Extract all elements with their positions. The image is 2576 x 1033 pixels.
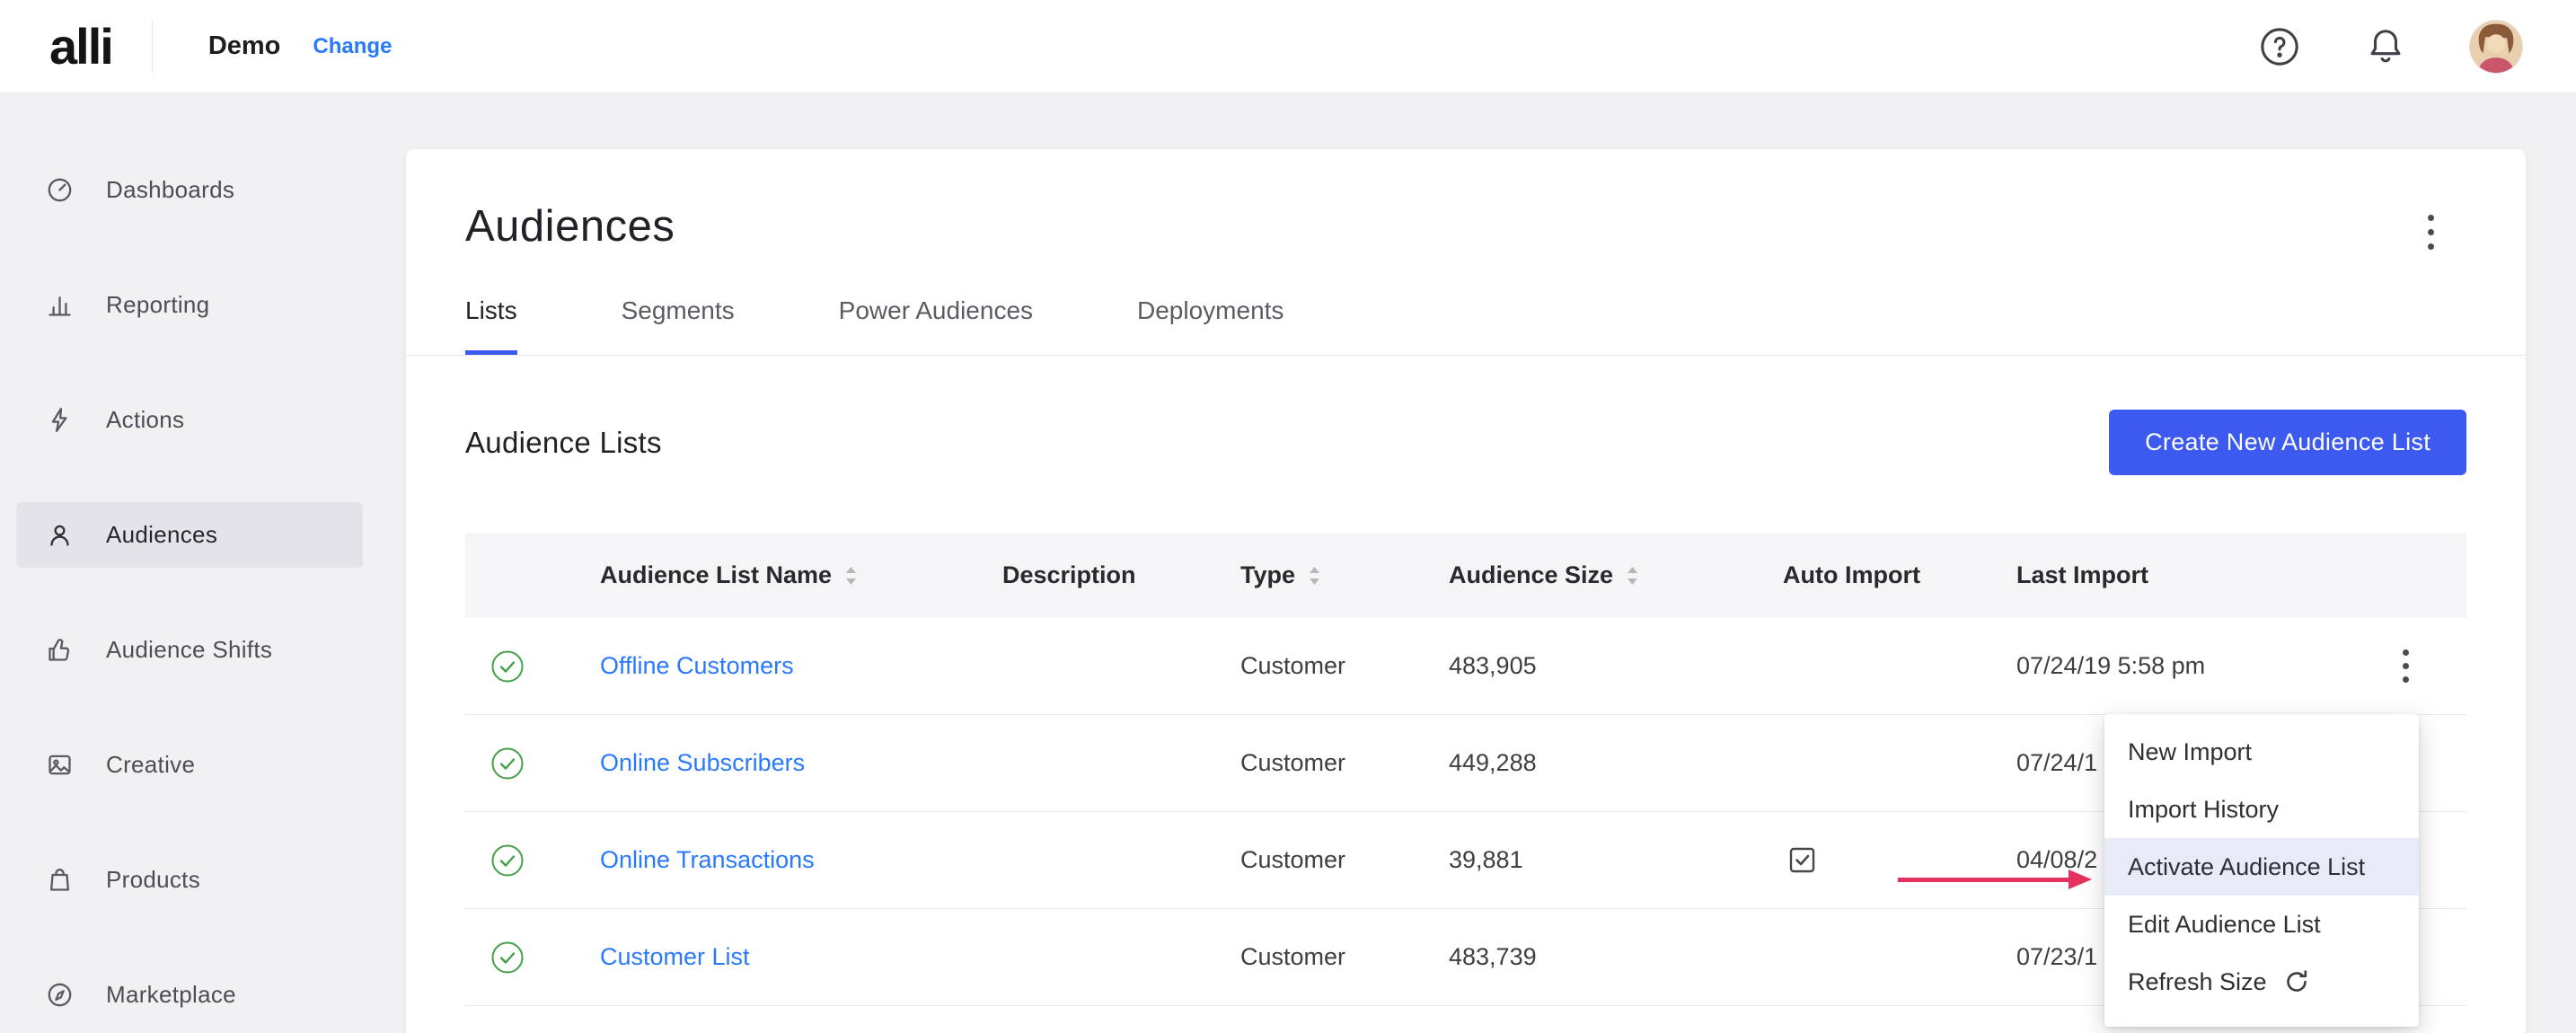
sidebar-item-label: Audiences (106, 521, 217, 549)
status-cell (465, 843, 600, 878)
sidebar-item-actions[interactable]: Actions (16, 387, 363, 453)
thumbs-up-icon (45, 635, 75, 665)
audience-list-link[interactable]: Offline Customers (600, 652, 794, 680)
table-row: Offline Customers Customer 483,905 07/24… (465, 618, 2466, 715)
header-divider (152, 20, 153, 74)
th-audience-list-name[interactable]: Audience List Name (600, 561, 1002, 589)
create-new-audience-list-button[interactable]: Create New Audience List (2109, 410, 2466, 475)
check-circle-icon (490, 746, 525, 781)
menu-item-edit-audience-list[interactable]: Edit Audience List (2104, 896, 2419, 953)
audience-list-link[interactable]: Customer List (600, 943, 750, 971)
tab-power-audiences[interactable]: Power Audiences (839, 296, 1033, 355)
tab-lists[interactable]: Lists (465, 296, 517, 355)
bag-icon (45, 865, 75, 895)
sidebar-item-label: Marketplace (106, 981, 236, 1009)
sidebar-item-label: Dashboards (106, 176, 234, 204)
card-title-row: Audiences (406, 149, 2526, 252)
size-cell: 39,881 (1449, 846, 1783, 874)
check-circle-icon (490, 649, 525, 684)
sidebar-item-marketplace[interactable]: Marketplace (16, 962, 363, 1028)
th-auto-import: Auto Import (1783, 561, 2016, 589)
lightning-icon (45, 405, 75, 435)
auto-import-checkbox[interactable] (1788, 846, 1816, 874)
type-cell: Customer (1240, 846, 1449, 874)
auto-import-cell (1783, 846, 2016, 874)
compass-icon (45, 980, 75, 1010)
th-audience-size[interactable]: Audience Size (1449, 561, 1783, 589)
size-cell: 483,739 (1449, 943, 1783, 971)
audience-list-link[interactable]: Online Transactions (600, 846, 815, 874)
table-header-row: Audience List Name Description Type Audi… (465, 533, 2466, 618)
th-type[interactable]: Type (1240, 561, 1449, 589)
user-avatar[interactable] (2470, 21, 2522, 73)
th-description: Description (1002, 561, 1240, 589)
sidebar-item-audiences[interactable]: Audiences (16, 502, 363, 568)
refresh-icon (2283, 968, 2310, 995)
sidebar-item-label: Audience Shifts (106, 636, 272, 664)
alli-logo: alli (49, 17, 112, 75)
menu-item-new-import[interactable]: New Import (2104, 723, 2419, 781)
section-title: Audience Lists (465, 426, 662, 460)
sidebar-item-dashboards[interactable]: Dashboards (16, 157, 363, 223)
status-cell (465, 940, 600, 975)
row-actions-kebab-icon[interactable] (2387, 643, 2423, 690)
account-name: Demo (208, 31, 281, 61)
type-cell: Customer (1240, 749, 1449, 777)
pointer-annotation-arrow (2069, 870, 2092, 889)
tab-deployments[interactable]: Deployments (1137, 296, 1284, 355)
sidebar-item-audience-shifts[interactable]: Audience Shifts (16, 617, 363, 683)
card-menu-kebab-icon[interactable] (2413, 208, 2448, 255)
tab-segments[interactable]: Segments (622, 296, 735, 355)
sidebar-item-label: Actions (106, 406, 184, 434)
change-account-link[interactable]: Change (313, 34, 392, 59)
menu-item-import-history[interactable]: Import History (2104, 781, 2419, 838)
last-import-cell: 07/24/19 5:58 pm (2016, 652, 2387, 680)
sidebar-item-reporting[interactable]: Reporting (16, 272, 363, 338)
sidebar-item-label: Creative (106, 751, 195, 779)
gauge-icon (45, 175, 75, 205)
sidebar-item-label: Reporting (106, 291, 209, 319)
size-cell: 483,905 (1449, 652, 1783, 680)
sort-arrows-icon[interactable] (844, 565, 858, 587)
header-icons (2258, 0, 2522, 93)
section-header-row: Audience Lists Create New Audience List (406, 410, 2526, 475)
menu-item-activate-audience-list[interactable]: Activate Audience List (2104, 838, 2419, 896)
person-icon (45, 520, 75, 550)
type-cell: Customer (1240, 652, 1449, 680)
help-icon[interactable] (2258, 25, 2301, 68)
tab-bar: Lists Segments Power Audiences Deploymen… (406, 296, 2526, 356)
sidebar-item-products[interactable]: Products (16, 847, 363, 913)
audience-list-link[interactable]: Online Subscribers (600, 749, 805, 777)
image-icon (45, 750, 75, 780)
sidebar-nav: Dashboards Reporting Actions Audiences A… (0, 93, 382, 1033)
check-circle-icon (490, 940, 525, 975)
top-header: alli Demo Change (0, 0, 2576, 93)
type-cell: Customer (1240, 943, 1449, 971)
sidebar-item-label: Products (106, 866, 200, 894)
status-cell (465, 649, 600, 684)
sort-arrows-icon[interactable] (1626, 565, 1639, 587)
notifications-bell-icon[interactable] (2364, 25, 2407, 68)
sidebar-item-creative[interactable]: Creative (16, 732, 363, 798)
page-title: Audiences (465, 201, 2466, 252)
check-circle-icon (490, 843, 525, 878)
pointer-annotation-line (1898, 878, 2070, 882)
status-cell (465, 746, 600, 781)
sort-arrows-icon[interactable] (1308, 565, 1321, 587)
menu-item-refresh-size[interactable]: Refresh Size (2104, 953, 2419, 1011)
row-context-menu: New Import Import History Activate Audie… (2104, 714, 2419, 1027)
bar-chart-icon (45, 290, 75, 320)
th-last-import: Last Import (2016, 561, 2387, 589)
size-cell: 449,288 (1449, 749, 1783, 777)
